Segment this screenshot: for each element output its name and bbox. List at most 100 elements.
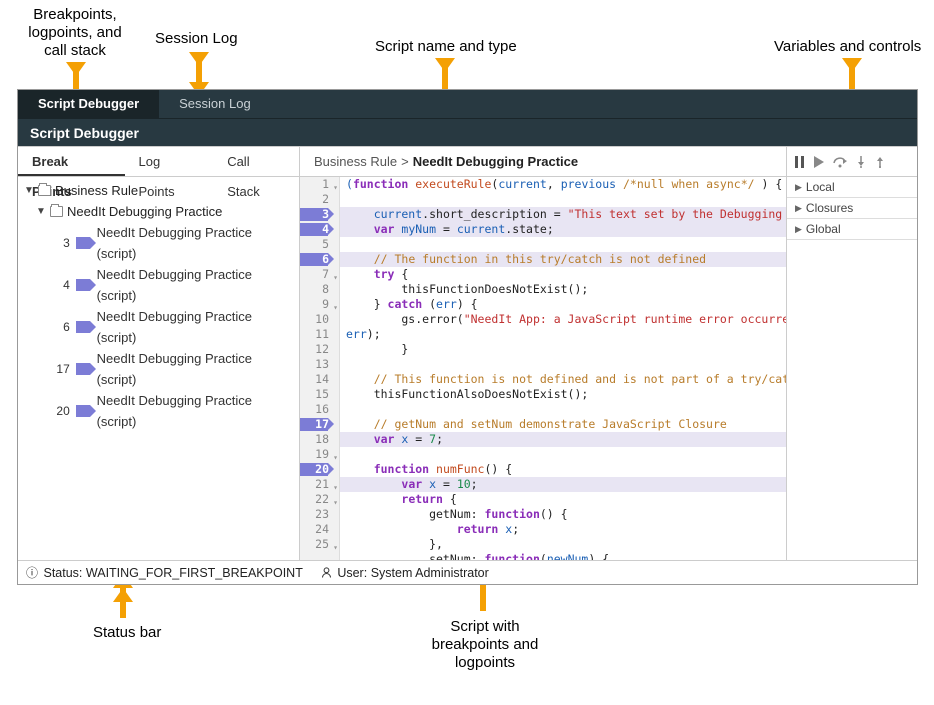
left-panel-tabs: Break Points Log Points Call Stack — [18, 147, 299, 177]
tab-script-debugger[interactable]: Script Debugger — [18, 90, 159, 118]
breakpoint-label: NeedIt Debugging Practice (script) — [97, 306, 293, 348]
gutter-line[interactable]: 13 — [300, 357, 339, 372]
breakpoint-line-number: 3 — [48, 233, 70, 254]
line-number: 15 — [315, 387, 329, 402]
breakpoint-label: NeedIt Debugging Practice (script) — [97, 222, 293, 264]
gutter-line[interactable]: 7▾ — [300, 267, 339, 282]
line-number: 5 — [322, 237, 329, 252]
line-number: 9 — [322, 297, 329, 312]
variables-closures-label: Closures — [806, 201, 853, 215]
tree-script-label: NeedIt Debugging Practice — [67, 201, 222, 222]
line-number: 8 — [322, 282, 329, 297]
line-number: 10 — [315, 312, 329, 327]
step-into-button[interactable] — [856, 156, 866, 168]
variables-closures[interactable]: ▶ Closures — [787, 198, 917, 219]
line-number: 19 — [315, 447, 329, 462]
code-editor[interactable]: 1▾234567▾89▾10111213141516171819▾2021▾22… — [300, 177, 786, 560]
gutter-line[interactable]: 1▾ — [300, 177, 339, 192]
info-icon: ⓘ — [26, 564, 38, 581]
variables-global-label: Global — [806, 222, 841, 236]
gutter-line[interactable]: 21▾ — [300, 477, 339, 492]
breadcrumb-type: Business Rule — [314, 154, 397, 169]
gutter-line[interactable]: 11 — [300, 327, 339, 342]
step-over-button[interactable] — [833, 156, 847, 168]
gutter-line[interactable]: 10 — [300, 312, 339, 327]
gutter-line[interactable]: 6 — [300, 252, 339, 267]
tab-log-points[interactable]: Log Points — [125, 147, 214, 176]
breakpoint-line-number: 6 — [48, 317, 70, 338]
breakpoint-tree: ▼ Business Rule ▼ NeedIt Debugging Pract… — [18, 177, 299, 435]
gutter-line[interactable]: 14 — [300, 372, 339, 387]
line-number: 6 — [322, 252, 329, 267]
breakpoint-label: NeedIt Debugging Practice (script) — [97, 348, 293, 390]
gutter-line[interactable]: 2 — [300, 192, 339, 207]
gutter-line[interactable]: 20 — [300, 462, 339, 477]
gutter-line[interactable]: 3 — [300, 207, 339, 222]
gutter-line[interactable]: 8 — [300, 282, 339, 297]
pause-button[interactable] — [795, 156, 805, 168]
left-panel: Break Points Log Points Call Stack ▼ Bus… — [18, 147, 300, 560]
gutter-line[interactable]: 18 — [300, 432, 339, 447]
line-number: 1 — [322, 177, 329, 192]
chevron-down-icon: ▼ — [36, 201, 46, 222]
gutter-line[interactable]: 5 — [300, 237, 339, 252]
title-bar: Script Debugger — [18, 118, 917, 146]
breakpoint-marker-icon — [76, 279, 90, 291]
line-number: 22 — [315, 492, 329, 507]
breakpoint-item[interactable]: 3 NeedIt Debugging Practice (script) — [18, 222, 299, 264]
folder-icon — [50, 206, 63, 217]
debugger-window: Script Debugger Session Log Script Debug… — [17, 89, 918, 585]
annotation-variables: Variables and controls — [774, 38, 921, 56]
status-bar: ⓘ Status: WAITING_FOR_FIRST_BREAKPOINT U… — [18, 560, 917, 584]
tab-session-log[interactable]: Session Log — [159, 90, 271, 118]
breakpoint-item[interactable]: 20 NeedIt Debugging Practice (script) — [18, 390, 299, 432]
breakpoint-label: NeedIt Debugging Practice (script) — [97, 390, 293, 432]
step-out-button[interactable] — [875, 156, 885, 168]
gutter-line[interactable]: 12 — [300, 342, 339, 357]
gutter-line[interactable]: 4 — [300, 222, 339, 237]
gutter-line[interactable]: 15 — [300, 387, 339, 402]
line-number: 23 — [315, 507, 329, 522]
folder-icon — [38, 185, 51, 196]
breakpoint-label: NeedIt Debugging Practice (script) — [97, 264, 293, 306]
status-user: User: System Administrator — [321, 566, 489, 580]
code-body[interactable]: (function executeRule(current, previous … — [340, 177, 786, 560]
resume-button[interactable] — [814, 156, 824, 168]
tree-root-business-rule[interactable]: ▼ Business Rule — [18, 180, 299, 201]
breakpoint-item[interactable]: 6 NeedIt Debugging Practice (script) — [18, 306, 299, 348]
line-number: 24 — [315, 522, 329, 537]
tree-root-label: Business Rule — [55, 180, 138, 201]
tab-call-stack[interactable]: Call Stack — [213, 147, 299, 176]
line-number: 14 — [315, 372, 329, 387]
script-breadcrumb: Business Rule > NeedIt Debugging Practic… — [300, 147, 786, 177]
annotation-session-log: Session Log — [155, 30, 238, 48]
right-panel: ▶ Local ▶ Closures ▶ Global — [786, 147, 917, 560]
gutter-line[interactable]: 9▾ — [300, 297, 339, 312]
tree-script-group[interactable]: ▼ NeedIt Debugging Practice — [18, 201, 299, 222]
breakpoint-item[interactable]: 4NeedIt Debugging Practice (script) — [18, 264, 299, 306]
gutter-line[interactable]: 22▾ — [300, 492, 339, 507]
variables-global[interactable]: ▶ Global — [787, 219, 917, 240]
line-number: 16 — [315, 402, 329, 417]
breakpoint-line-number: 20 — [48, 401, 70, 422]
line-number: 11 — [315, 327, 329, 342]
line-number: 20 — [315, 462, 329, 477]
fold-icon[interactable]: ▾ — [333, 540, 338, 555]
gutter-line[interactable]: 16 — [300, 402, 339, 417]
gutter-line[interactable]: 23 — [300, 507, 339, 522]
gutter-line[interactable]: 17 — [300, 417, 339, 432]
tab-break-points[interactable]: Break Points — [18, 147, 125, 176]
chevron-right-icon: ▶ — [795, 224, 802, 235]
annotation-script-name: Script name and type — [375, 38, 517, 56]
gutter-line[interactable]: 24 — [300, 522, 339, 537]
code-gutter[interactable]: 1▾234567▾89▾10111213141516171819▾2021▾22… — [300, 177, 340, 560]
line-number: 7 — [322, 267, 329, 282]
gutter-line[interactable]: 19▾ — [300, 447, 339, 462]
line-number: 18 — [315, 432, 329, 447]
variables-local[interactable]: ▶ Local — [787, 177, 917, 198]
breakpoint-item[interactable]: 17NeedIt Debugging Practice (script) — [18, 348, 299, 390]
breadcrumb-name: NeedIt Debugging Practice — [413, 154, 578, 169]
line-number: 12 — [315, 342, 329, 357]
gutter-line[interactable]: 25▾ — [300, 537, 339, 552]
annotation-script-body: Script with breakpoints and logpoints — [420, 618, 550, 672]
